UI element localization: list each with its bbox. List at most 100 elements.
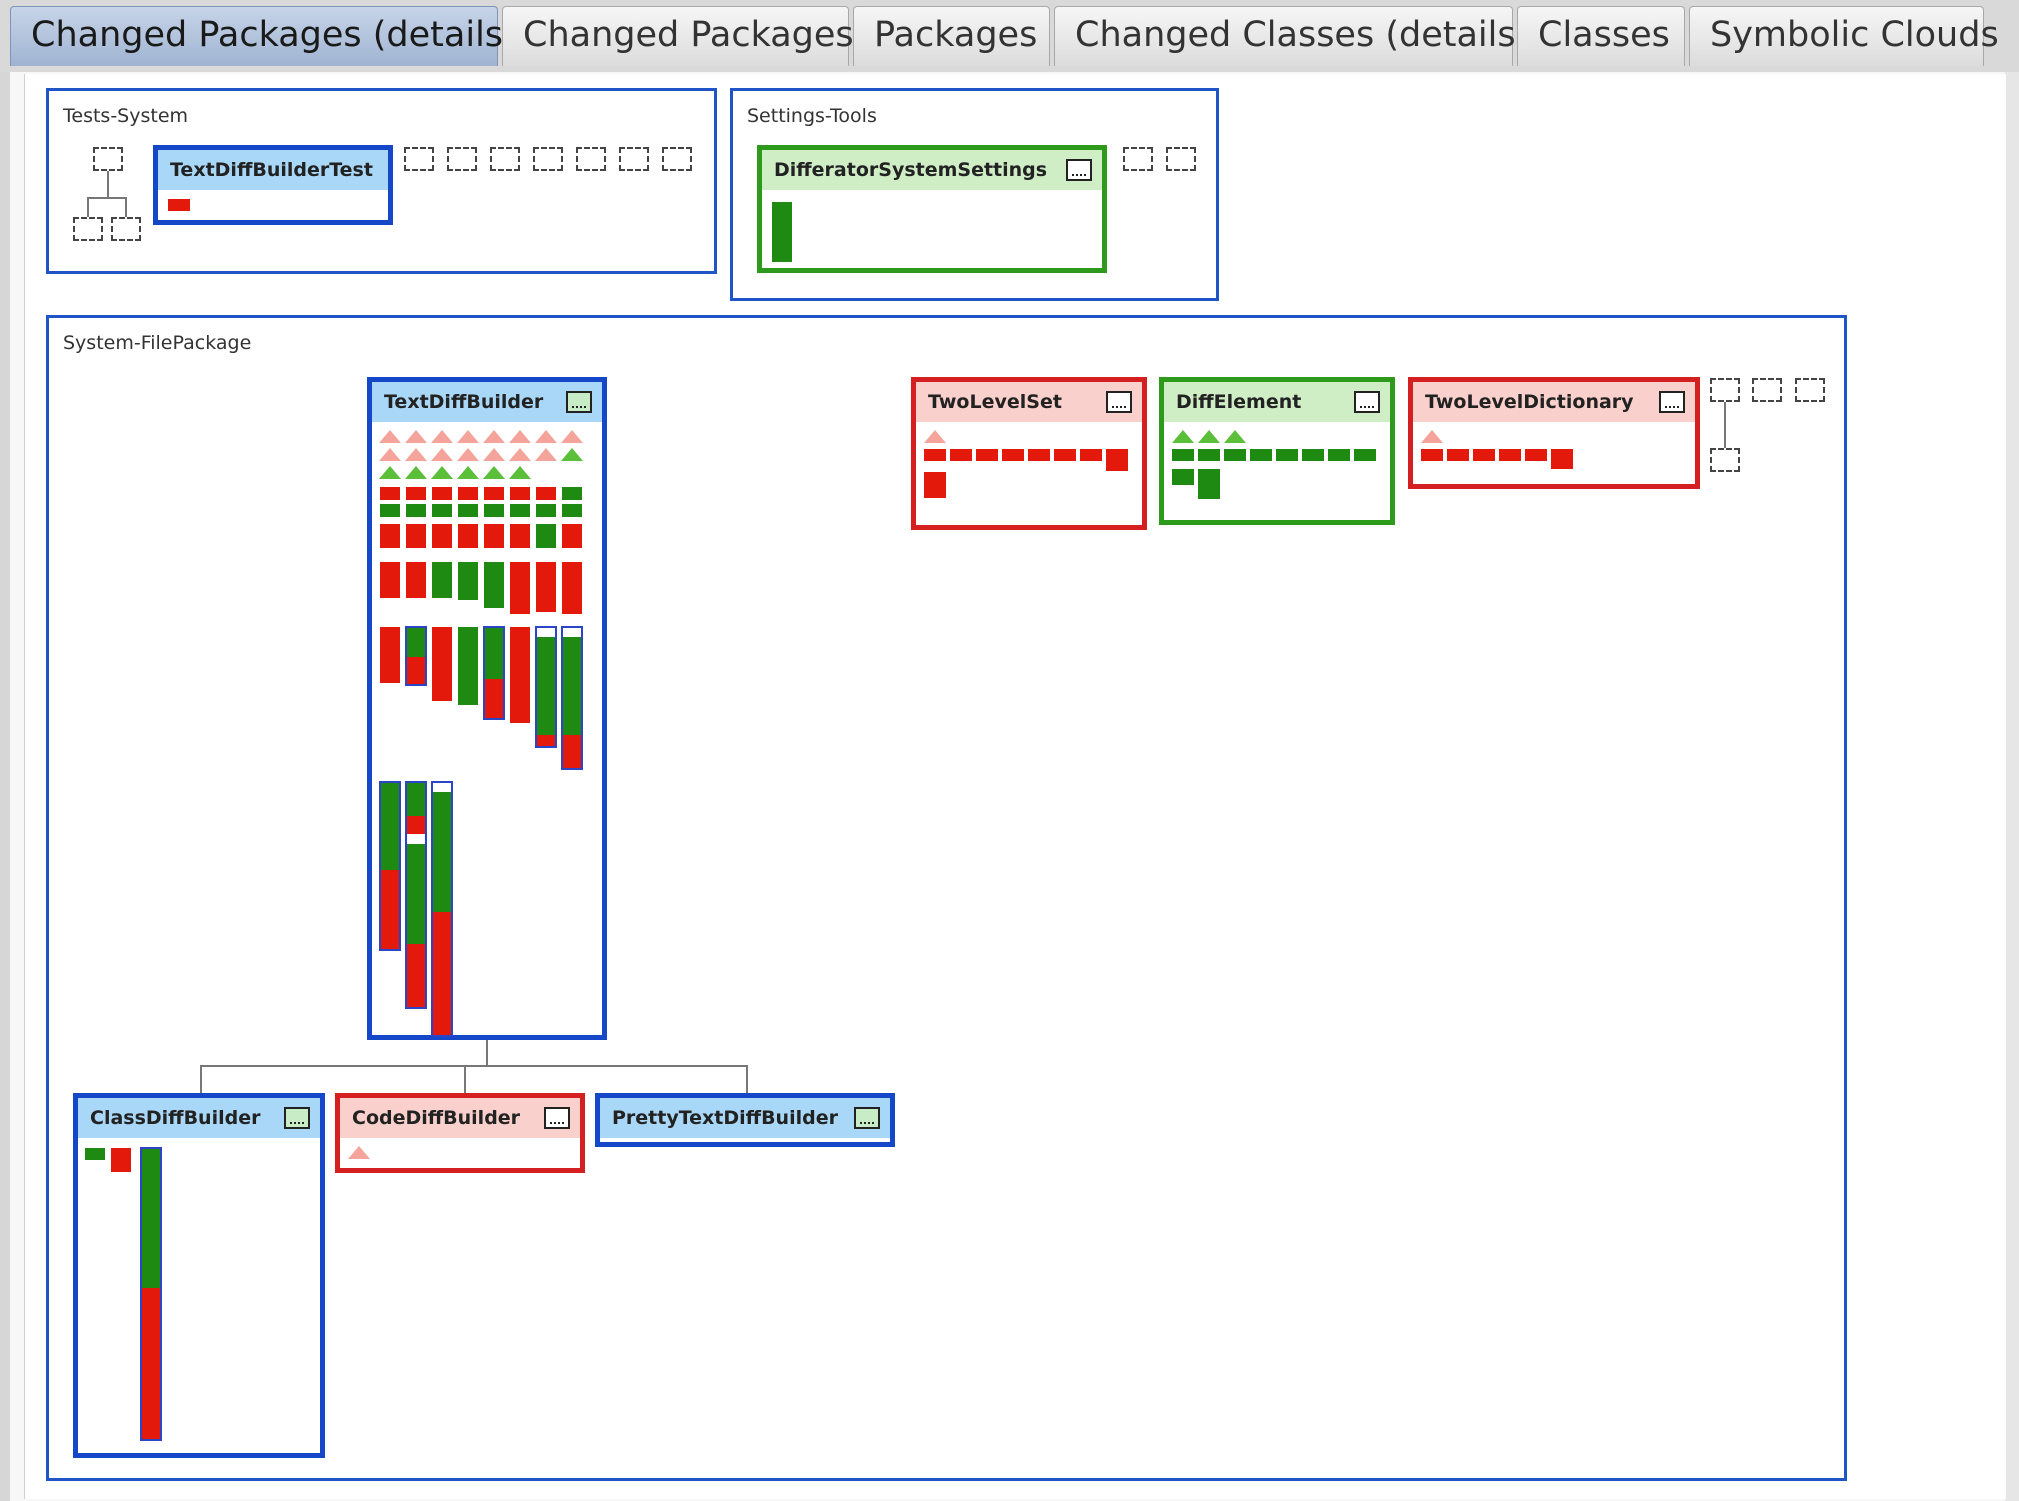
hidden-class-node[interactable] — [447, 147, 477, 171]
method-mark — [1106, 449, 1128, 471]
class-text-diff-builder[interactable]: TextDiffBuilder — [367, 377, 607, 1040]
hierarchy-edge — [1724, 402, 1726, 448]
method-mark — [406, 487, 426, 500]
class-expand-icon[interactable] — [854, 1107, 880, 1129]
hidden-class-node[interactable] — [490, 147, 520, 171]
instance-variable-mark — [348, 1146, 370, 1159]
method-mark — [772, 202, 792, 262]
class-diff-element[interactable]: DiffElement — [1159, 377, 1395, 525]
class-expand-icon[interactable] — [1106, 391, 1132, 413]
hidden-class-node[interactable] — [73, 217, 103, 241]
method-mark — [141, 1288, 161, 1440]
method-mark — [536, 504, 556, 517]
visualization-canvas: Tests-System TextDiffBuilderTest Setting… — [10, 72, 2006, 1501]
class-expand-icon[interactable] — [284, 1107, 310, 1129]
class-two-level-dictionary[interactable]: TwoLevelDictionary — [1408, 377, 1700, 489]
method-mark — [536, 627, 556, 637]
hidden-class-node[interactable] — [1795, 378, 1825, 402]
inheritance-edge — [200, 1065, 202, 1093]
method-mark — [484, 562, 504, 608]
class-title: PrettyTextDiffBuilder — [600, 1098, 890, 1138]
method-mark — [432, 912, 452, 1036]
package-settings-tools[interactable]: Settings-Tools DifferatorSystemSettings — [730, 88, 1219, 301]
hidden-class-node[interactable] — [404, 147, 434, 171]
instance-variable-mark — [483, 430, 505, 443]
method-mark — [1473, 449, 1495, 461]
class-differator-system-settings[interactable]: DifferatorSystemSettings — [757, 145, 1107, 273]
instance-variable-mark — [483, 448, 505, 461]
hidden-class-node[interactable] — [1166, 147, 1196, 171]
method-mark — [510, 562, 530, 614]
class-class-diff-builder[interactable]: ClassDiffBuilder — [73, 1093, 325, 1458]
class-expand-icon[interactable] — [1066, 159, 1092, 181]
method-mark — [1080, 449, 1102, 461]
method-mark — [458, 487, 478, 500]
tab-changed-packages[interactable]: Changed Packages — [502, 6, 854, 66]
tab-symbolic-clouds[interactable]: Symbolic Clouds — [1689, 6, 1999, 66]
package-title: System-FilePackage — [63, 332, 252, 354]
instance-variable-mark — [561, 430, 583, 443]
hidden-class-node[interactable] — [1752, 378, 1782, 402]
method-marks — [168, 199, 190, 211]
hidden-class-node[interactable] — [111, 217, 141, 241]
method-mark — [562, 562, 582, 614]
method-mark — [924, 449, 946, 461]
hidden-class-node[interactable] — [533, 147, 563, 171]
hidden-class-node[interactable] — [1123, 147, 1153, 171]
instance-variable-mark — [509, 466, 531, 479]
method-mark — [432, 504, 452, 517]
method-mark — [85, 1148, 105, 1160]
method-mark — [562, 735, 582, 769]
class-expand-icon[interactable] — [544, 1107, 570, 1129]
method-mark — [536, 637, 556, 735]
class-code-diff-builder[interactable]: CodeDiffBuilder — [335, 1093, 585, 1173]
tab-bar: Changed Packages (details) Changed Packa… — [0, 0, 2019, 74]
tab-packages[interactable]: Packages — [853, 6, 1050, 66]
instance-variable-mark — [509, 430, 531, 443]
method-mark — [458, 562, 478, 600]
instance-variable-mark — [924, 430, 946, 443]
hidden-class-node[interactable] — [1710, 448, 1740, 472]
hidden-class-node[interactable] — [1710, 378, 1740, 402]
package-tests-system[interactable]: Tests-System TextDiffBuilderTest — [46, 88, 717, 274]
method-mark — [406, 524, 426, 548]
instance-variable-mark — [457, 448, 479, 461]
method-mark — [380, 524, 400, 548]
tab-changed-classes-details[interactable]: Changed Classes (details) — [1054, 6, 1529, 66]
class-text-diff-builder-test[interactable]: TextDiffBuilderTest — [153, 145, 393, 225]
method-mark — [484, 627, 504, 679]
hidden-class-node[interactable] — [619, 147, 649, 171]
method-mark — [168, 199, 190, 211]
hidden-class-node[interactable] — [93, 147, 123, 171]
visualization-pane: Tests-System TextDiffBuilderTest Setting… — [24, 74, 2006, 1499]
method-mark — [432, 782, 452, 792]
method-mark — [1302, 449, 1324, 461]
class-two-level-set[interactable]: TwoLevelSet — [911, 377, 1147, 530]
instance-variable-mark — [1172, 430, 1194, 443]
tab-changed-packages-details[interactable]: Changed Packages (details) — [10, 6, 517, 66]
method-mark — [380, 562, 400, 598]
class-pretty-text-diff-builder[interactable]: PrettyTextDiffBuilder — [595, 1093, 895, 1147]
method-mark — [458, 524, 478, 548]
method-mark — [1525, 449, 1547, 461]
instance-variable-mark — [405, 448, 427, 461]
method-mark — [380, 487, 400, 500]
hidden-class-node[interactable] — [662, 147, 692, 171]
class-expand-icon[interactable] — [1354, 391, 1380, 413]
instance-variable-mark — [379, 430, 401, 443]
method-mark — [510, 627, 530, 723]
package-system-file-package[interactable]: System-FilePackage TextDiffBuilder Class… — [46, 315, 1847, 1481]
tab-classes[interactable]: Classes — [1517, 6, 1685, 66]
method-mark — [1002, 449, 1024, 461]
method-mark — [484, 524, 504, 548]
method-marks — [924, 430, 1128, 498]
class-expand-icon[interactable] — [566, 391, 592, 413]
hierarchy-edge — [87, 197, 89, 217]
hidden-class-node[interactable] — [576, 147, 606, 171]
method-mark — [1447, 449, 1469, 461]
method-mark — [432, 627, 452, 701]
method-mark — [924, 472, 946, 498]
inheritance-edge — [486, 1040, 488, 1067]
class-expand-icon[interactable] — [1659, 391, 1685, 413]
instance-variable-mark — [405, 430, 427, 443]
